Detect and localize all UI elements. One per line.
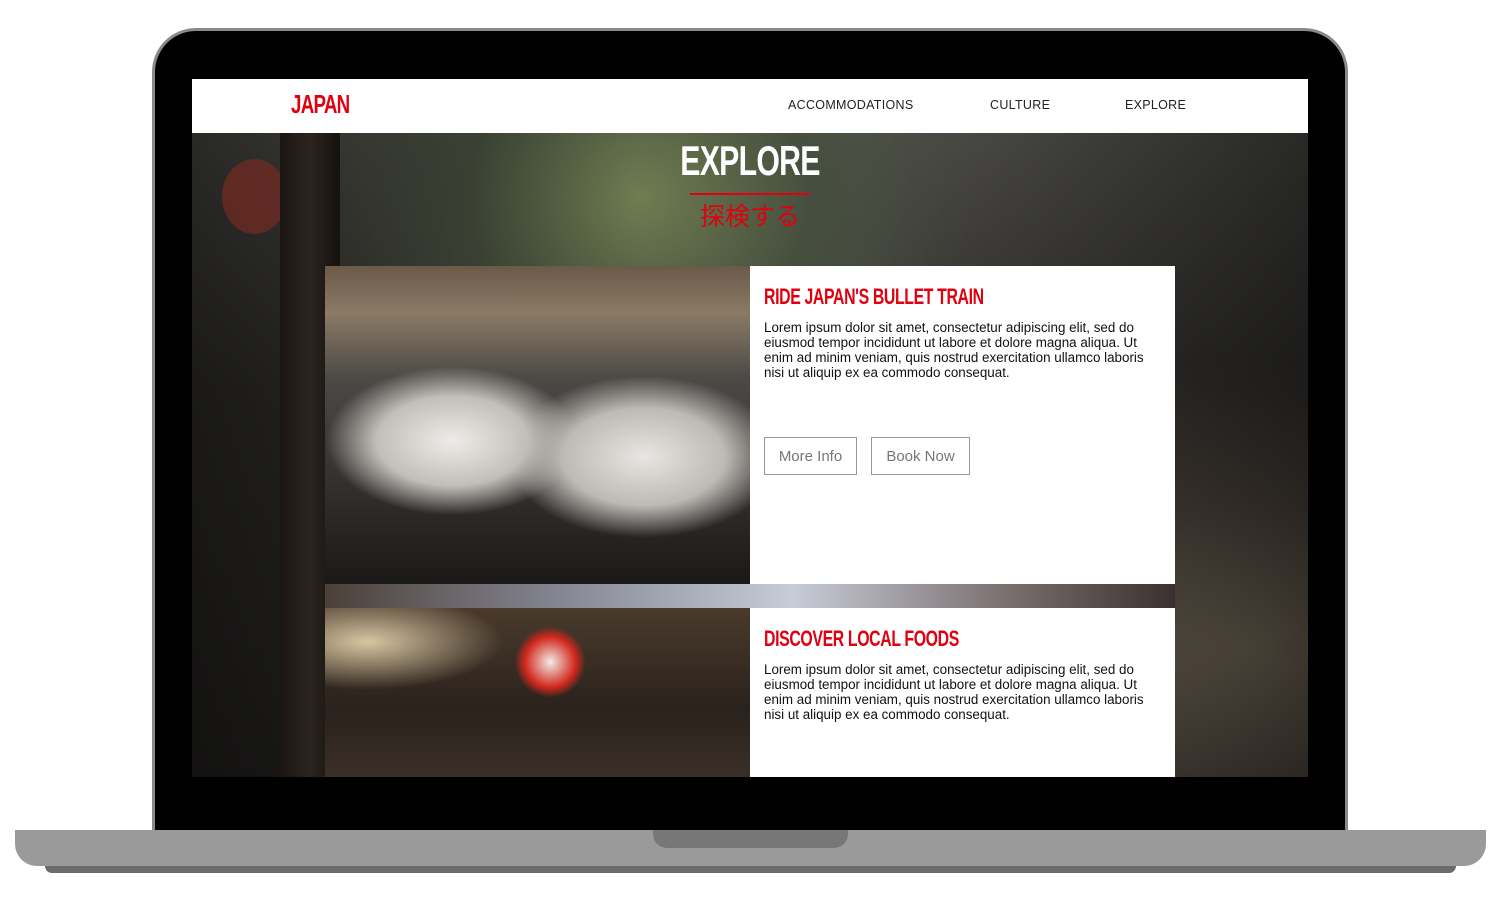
page-title: EXPLORE xyxy=(680,137,820,184)
laptop-notch xyxy=(653,830,848,848)
book-now-button[interactable]: Book Now xyxy=(871,437,970,475)
laptop-screen: JAPAN ACCOMMODATIONS CULTURE EXPLORE EXP… xyxy=(192,79,1308,777)
bullet-train-image xyxy=(325,266,750,584)
card-bullet-train: RIDE JAPAN'S BULLET TRAIN Lorem ipsum do… xyxy=(750,266,1175,584)
local-foods-image xyxy=(325,608,750,777)
card-title: DISCOVER LOCAL FOODS xyxy=(764,626,959,651)
logo[interactable]: JAPAN xyxy=(291,89,350,120)
nav-explore[interactable]: EXPLORE xyxy=(1125,98,1186,112)
more-info-button[interactable]: More Info xyxy=(764,437,857,475)
card-text: Lorem ipsum dolor sit amet, consectetur … xyxy=(764,320,1144,380)
nav-accommodations[interactable]: ACCOMMODATIONS xyxy=(788,98,914,112)
laptop-base-shadow xyxy=(45,866,1456,873)
navbar: JAPAN ACCOMMODATIONS CULTURE EXPLORE xyxy=(192,79,1308,133)
page-subtitle: 探検する xyxy=(699,203,800,231)
title-divider xyxy=(690,193,810,195)
card-text: Lorem ipsum dolor sit amet, consectetur … xyxy=(764,662,1144,722)
card-title: RIDE JAPAN'S BULLET TRAIN xyxy=(764,284,984,309)
card-local-foods: DISCOVER LOCAL FOODS Lorem ipsum dolor s… xyxy=(750,608,1175,777)
background-strip xyxy=(325,584,1175,608)
nav-culture[interactable]: CULTURE xyxy=(990,98,1050,112)
